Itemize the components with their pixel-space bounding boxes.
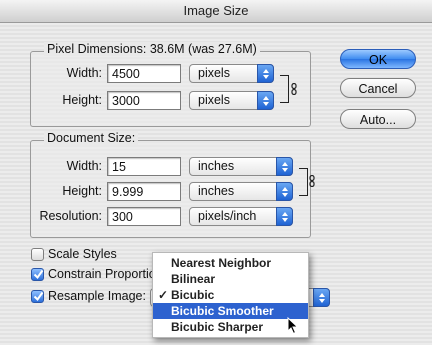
- resample-image-label: Resample Image:: [48, 289, 146, 303]
- chain-link-icon: [309, 175, 315, 187]
- pixel-dimensions-group: [30, 51, 311, 127]
- doc-height-unit-select[interactable]: inches: [189, 182, 293, 201]
- checkmark-icon: [33, 269, 44, 280]
- chain-link-icon: [291, 83, 297, 95]
- selected-check-icon: ✓: [158, 288, 169, 302]
- menu-item-bicubic[interactable]: ✓ Bicubic: [153, 287, 308, 303]
- popup-arrows-icon: [276, 207, 293, 226]
- auto-button[interactable]: Auto...: [340, 109, 416, 129]
- pixel-height-label: Height:: [62, 93, 102, 107]
- menu-item-label: Nearest Neighbor: [171, 256, 272, 270]
- resample-method-menu: Nearest Neighbor Bilinear ✓ Bicubic Bicu…: [152, 252, 309, 338]
- pixel-width-label: Width:: [66, 66, 102, 80]
- menu-item-label: Bilinear: [171, 272, 216, 286]
- constrain-proportions-label: Constrain Proportio: [48, 267, 156, 281]
- pixel-link-bracket: [280, 75, 289, 103]
- window-title: Image Size: [0, 0, 432, 23]
- ok-button[interactable]: OK: [340, 49, 416, 69]
- document-link-bracket: [299, 168, 308, 196]
- doc-height-unit-label: inches: [198, 184, 235, 198]
- menu-item-bilinear[interactable]: Bilinear: [153, 271, 308, 287]
- resample-image-checkbox[interactable]: [31, 290, 44, 303]
- popup-arrows-icon: [257, 91, 274, 110]
- popup-arrows-icon: [276, 182, 293, 201]
- pixel-dimensions-title: Pixel Dimensions: 38.6M (was 27.6M): [44, 42, 260, 56]
- pixel-height-unit-label: pixels: [198, 93, 230, 107]
- resolution-label: Resolution:: [39, 209, 102, 223]
- doc-width-unit-select[interactable]: inches: [189, 157, 293, 176]
- menu-item-label: Bicubic Sharper: [171, 320, 264, 334]
- resolution-unit-select[interactable]: pixels/inch: [189, 207, 293, 226]
- pixel-width-unit-label: pixels: [198, 66, 230, 80]
- menu-item-label: Bicubic: [171, 288, 215, 302]
- document-size-title: Document Size:: [44, 131, 139, 145]
- doc-width-field[interactable]: 15: [107, 157, 181, 176]
- mouse-cursor-icon: [287, 317, 299, 335]
- doc-height-label: Height:: [62, 184, 102, 198]
- doc-width-unit-label: inches: [198, 159, 235, 173]
- pixel-height-field[interactable]: 3000: [107, 91, 181, 110]
- constrain-proportions-checkbox[interactable]: [31, 268, 44, 281]
- doc-width-label: Width:: [66, 159, 102, 173]
- popup-arrows-icon: [313, 288, 330, 307]
- menu-item-bicubic-smoother[interactable]: Bicubic Smoother: [153, 303, 308, 319]
- popup-arrows-icon: [276, 157, 293, 176]
- menu-item-label: Bicubic Smoother: [171, 304, 274, 318]
- menu-item-bicubic-sharper[interactable]: Bicubic Sharper: [153, 319, 308, 335]
- resolution-field[interactable]: 300: [107, 207, 181, 226]
- scale-styles-checkbox[interactable]: [31, 248, 44, 261]
- doc-height-field[interactable]: 9.999: [107, 182, 181, 201]
- pixel-width-field[interactable]: 4500: [107, 64, 181, 83]
- pixel-height-unit-select[interactable]: pixels: [189, 91, 274, 110]
- pixel-width-unit-select[interactable]: pixels: [189, 64, 274, 83]
- scale-styles-label: Scale Styles: [48, 247, 117, 261]
- popup-arrows-icon: [257, 64, 274, 83]
- checkmark-icon: [33, 291, 44, 302]
- menu-item-nearest-neighbor[interactable]: Nearest Neighbor: [153, 255, 308, 271]
- resolution-unit-label: pixels/inch: [198, 209, 257, 223]
- cancel-button[interactable]: Cancel: [340, 78, 416, 98]
